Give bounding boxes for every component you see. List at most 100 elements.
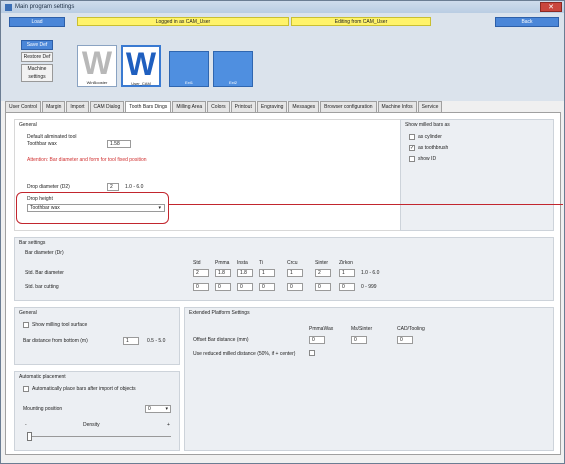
tab-colors[interactable]: Colors bbox=[207, 101, 230, 112]
auto-place-checkbox[interactable] bbox=[23, 386, 29, 392]
col-insta: Insta bbox=[237, 260, 248, 266]
bar-distance-input[interactable]: 1 bbox=[123, 337, 139, 345]
user-cam-w-icon: W bbox=[125, 46, 157, 82]
machine-settings-button[interactable]: Machine settings bbox=[21, 64, 53, 82]
tab-cam-dialog[interactable]: CAM Dialog bbox=[89, 101, 125, 112]
general-title: General bbox=[19, 122, 37, 128]
bar-cutting-range: 0 - 999 bbox=[361, 284, 377, 290]
col-crcu: Crcu bbox=[287, 260, 298, 266]
toothbar-input[interactable]: 1.58 bbox=[107, 140, 131, 148]
save-default-button[interactable]: Save Def bbox=[21, 40, 53, 50]
tile-user-cam[interactable]: W User_CAM bbox=[121, 45, 161, 87]
col-zirkon: Zirkon bbox=[339, 260, 353, 266]
tile-winbooster[interactable]: W WinBooster bbox=[77, 45, 117, 87]
editing-status: Editing from CAM_User bbox=[291, 17, 431, 26]
tile-ext2[interactable]: Ext2 bbox=[213, 51, 253, 87]
drop-diameter-input[interactable]: 2 bbox=[107, 183, 119, 191]
bar-diameter-pmma-input[interactable]: 1.8 bbox=[215, 269, 231, 277]
std-bar-cutting-label: Std. bar cutting bbox=[25, 284, 59, 290]
tab-margin[interactable]: Margin bbox=[42, 101, 66, 112]
load-button[interactable]: Load bbox=[9, 17, 65, 27]
offset-bar-distance-label: Offset Bar distance (mm) bbox=[193, 337, 249, 343]
drop-diameter-range: 1.0 - 6.0 bbox=[125, 184, 144, 190]
reduced-distance-label: Use reduced milled distance (50%, if + c… bbox=[193, 351, 296, 357]
col-std: Std bbox=[193, 260, 201, 266]
bar-diameter-crcu-input[interactable]: 1 bbox=[287, 269, 303, 277]
show-milling-tool-label: Show milling tool surface bbox=[32, 322, 88, 328]
density-plus: + bbox=[167, 422, 170, 428]
tab-browser-configuration[interactable]: Browser configuration bbox=[320, 101, 377, 112]
chevron-down-icon: ▾ bbox=[165, 406, 168, 412]
drop-diameter-label: Drop diameter (D2) bbox=[27, 184, 70, 190]
close-button[interactable]: ✕ bbox=[540, 2, 562, 12]
auto-place-label: Automatically place bars after import of… bbox=[32, 386, 136, 392]
bar-diameter-range: 1.0 - 6.0 bbox=[361, 270, 380, 276]
toothbar-label: Toothbar wax bbox=[27, 141, 57, 147]
bar-diameter-ti-input[interactable]: 1 bbox=[259, 269, 275, 277]
automatic-placement-group: Automatic placement Automatically place … bbox=[14, 371, 180, 451]
col-ti: Ti bbox=[259, 260, 263, 266]
show-id-label: show ID bbox=[418, 156, 437, 162]
tab-printout[interactable]: Printout bbox=[230, 101, 256, 112]
show-bars-group: Show milled bars as as cylinder ✓ as too… bbox=[400, 119, 554, 231]
tab-service[interactable]: Service bbox=[417, 101, 443, 112]
back-button[interactable]: Back bbox=[495, 17, 559, 27]
density-slider-track[interactable] bbox=[27, 436, 171, 437]
bar-cutting-std-input[interactable]: 0 bbox=[193, 283, 209, 291]
tab-engraving[interactable]: Engraving bbox=[256, 101, 288, 112]
settings-window: Main program settings ✕ Load Save Def Re… bbox=[0, 0, 565, 464]
offset-cad-tooling-input[interactable]: 0 bbox=[397, 336, 413, 344]
mounting-position-value: 0 bbox=[148, 406, 151, 412]
show-bars-title: Show milled bars as bbox=[405, 122, 450, 128]
std-bar-diameter-label: Std. Bar diameter bbox=[25, 270, 64, 276]
as-cylinder-label: as cylinder bbox=[418, 134, 442, 140]
col-pmmawax: PmmaWax bbox=[309, 326, 334, 332]
density-slider-handle[interactable] bbox=[27, 432, 32, 441]
bar-settings-title: Bar settings bbox=[19, 240, 46, 246]
show-milling-tool-checkbox[interactable] bbox=[23, 322, 29, 328]
bar-diameter-zirkon-input[interactable]: 1 bbox=[339, 269, 355, 277]
as-toothbrush-label: as toothbrush bbox=[418, 145, 449, 151]
bar-cutting-insta-input[interactable]: 0 bbox=[237, 283, 253, 291]
highlight-box bbox=[16, 192, 169, 224]
winbooster-w-icon: W bbox=[81, 45, 113, 81]
tab-strip: User Control Margin Import CAM Dialog To… bbox=[5, 101, 443, 113]
tab-user-control[interactable]: User Control bbox=[5, 101, 42, 112]
bar-cutting-ti-input[interactable]: 0 bbox=[259, 283, 275, 291]
logged-in-status: Logged in as CAM_User bbox=[77, 17, 289, 26]
tile-ext1[interactable]: Ext1 bbox=[169, 51, 209, 87]
tab-milling-area[interactable]: Milling Area bbox=[172, 101, 207, 112]
tab-machine-infos[interactable]: Machine Infos bbox=[377, 101, 417, 112]
as-toothbrush-checkbox[interactable]: ✓ bbox=[409, 145, 415, 151]
tab-messages[interactable]: Messages bbox=[288, 101, 320, 112]
warning-text: Attention: Bar diameter and form for too… bbox=[27, 157, 147, 163]
automatic-title: Automatic placement bbox=[19, 374, 66, 380]
callout-line bbox=[169, 204, 563, 205]
general2-group: General Show milling tool surface Bar di… bbox=[14, 307, 180, 365]
bar-cutting-zirkon-input[interactable]: 0 bbox=[339, 283, 355, 291]
bar-diameter-insta-input[interactable]: 1.8 bbox=[237, 269, 253, 277]
restore-default-button[interactable]: Restore Def bbox=[21, 52, 53, 62]
bar-diameter-sinter-input[interactable]: 2 bbox=[315, 269, 331, 277]
as-cylinder-checkbox[interactable] bbox=[409, 134, 415, 140]
extended-title: Extended Platform Settings bbox=[189, 310, 250, 316]
app-icon bbox=[5, 3, 12, 11]
bar-settings-group: Bar settings Bar diameter (Dr) Std Pmma … bbox=[14, 237, 554, 301]
col-pmma: Pmma bbox=[215, 260, 230, 266]
mounting-position-select[interactable]: 0 ▾ bbox=[145, 405, 171, 413]
tile-ext2-label: Ext2 bbox=[228, 80, 237, 85]
bar-cutting-crcu-input[interactable]: 0 bbox=[287, 283, 303, 291]
bar-cutting-sinter-input[interactable]: 0 bbox=[315, 283, 331, 291]
window-title: Main program settings bbox=[15, 4, 75, 10]
bar-diameter-std-input[interactable]: 2 bbox=[193, 269, 209, 277]
offset-pmmawax-input[interactable]: 0 bbox=[309, 336, 325, 344]
col-ms-sinter: Ms/Sinter bbox=[351, 326, 373, 332]
tab-import[interactable]: Import bbox=[66, 101, 89, 112]
reduced-distance-checkbox[interactable] bbox=[309, 350, 315, 356]
show-id-checkbox[interactable] bbox=[409, 156, 415, 162]
offset-ms-sinter-input[interactable]: 0 bbox=[351, 336, 367, 344]
density-minus: - bbox=[25, 422, 27, 428]
col-cad-tooling: CAD/Tooling bbox=[397, 326, 425, 332]
bar-cutting-pmma-input[interactable]: 0 bbox=[215, 283, 231, 291]
top-toolbar: Load Save Def Restore Def Machine settin… bbox=[1, 13, 564, 101]
